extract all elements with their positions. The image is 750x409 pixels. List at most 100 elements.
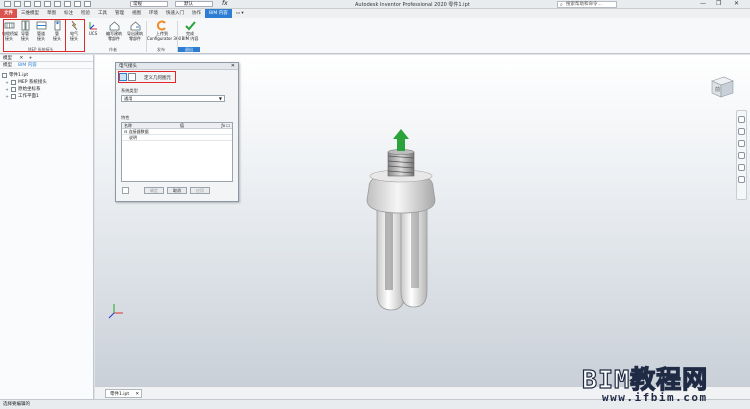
panel-author-label: 作者 — [109, 47, 117, 52]
tab-bim-content[interactable]: BIM 内容 — [205, 9, 232, 18]
tab-extra[interactable]: ▭ ▾ — [232, 9, 248, 18]
viewcube-face: 前 — [715, 86, 720, 93]
tree-label: MEP 系统接头 — [18, 80, 47, 85]
tab-file[interactable]: 文件 — [0, 9, 17, 18]
system-type-select[interactable]: 通用 ▼ — [121, 95, 225, 102]
app-menu-icon[interactable] — [4, 1, 11, 7]
browser-header: 模型 ✕ + — [0, 55, 93, 62]
model-browser: 模型 ✕ + 模型 BIM 内容 零件1.ipt + MEP 系统接头 + 原始… — [0, 55, 94, 399]
folder-icon — [11, 80, 16, 85]
viewcube-icon[interactable]: 前 — [708, 72, 736, 100]
search-icon: ⌕ — [560, 2, 563, 8]
dialog-highlight-box — [118, 71, 176, 83]
look-at-icon[interactable] — [738, 164, 745, 171]
title-bar: 常规 默认 fx Autodesk Inventor Professional … — [0, 0, 750, 9]
finish-bim-button[interactable]: 完成 BIM 内容 — [180, 20, 200, 41]
open-icon[interactable] — [24, 1, 31, 7]
status-text: 选择要编辑的 — [3, 402, 30, 407]
ucs-icon — [89, 22, 97, 30]
ucs-button[interactable]: UCS — [86, 20, 100, 37]
author-building-component-icon — [109, 21, 119, 31]
part-icon — [2, 73, 7, 78]
export-building-component-button[interactable]: 导出建筑 零部件 — [124, 20, 146, 41]
export-building-component-icon — [130, 21, 140, 31]
minimize-button[interactable]: — — [700, 0, 706, 7]
orbit-icon[interactable] — [738, 152, 745, 159]
material-select[interactable]: 默认 — [175, 1, 213, 7]
property-name: 说明 — [129, 135, 137, 140]
browser-tabs: 模型 BIM 内容 — [0, 62, 93, 69]
zoom-icon[interactable] — [738, 140, 745, 147]
dialog-close-icon[interactable]: ✕ — [231, 63, 235, 70]
configurator-360-button[interactable]: 上传到 Configurator 360 — [147, 20, 181, 41]
property-row[interactable]: 说明 — [122, 135, 232, 141]
browser-tree: 零件1.ipt + MEP 系统接头 + 原始坐标系 + 工作平面1 — [0, 69, 93, 103]
search-placeholder: 搜索帮助和命令... — [566, 2, 602, 7]
tab-manage[interactable]: 管理 — [111, 9, 128, 18]
ribbon: 电缆桥架 接头 导管 接头 管道 接头 管 接头 电气 接头 UCS 编写建筑 … — [0, 18, 750, 54]
pan-icon[interactable] — [738, 128, 745, 135]
properties-label: 特性 — [121, 115, 130, 120]
finish-bim-label: 完成 BIM 内容 — [181, 31, 199, 41]
browser-title: 模型 — [3, 56, 12, 61]
nav-settings-icon[interactable] — [738, 176, 745, 183]
tree-label: 原始坐标系 — [18, 87, 41, 92]
ok-button[interactable]: 确定 — [144, 187, 164, 194]
ucs-label: UCS — [88, 31, 98, 36]
electrical-highlight-box — [65, 19, 85, 52]
tree-root[interactable]: 零件1.ipt — [2, 72, 91, 79]
tab-get-started[interactable]: 快速入门 — [162, 9, 188, 18]
tab-annotate[interactable]: 标注 — [60, 9, 77, 18]
tab-3d-model[interactable]: 三维模型 — [17, 9, 43, 18]
checkmark-icon — [184, 21, 196, 31]
tab-collaborate[interactable]: 协作 — [188, 9, 205, 18]
expand-icon[interactable]: + — [5, 93, 9, 100]
system-type-label: 系统类型 — [121, 88, 138, 93]
export-building-component-label: 导出建筑 零部件 — [127, 31, 143, 41]
author-building-component-button[interactable]: 编写建筑 零部件 — [103, 20, 125, 41]
watermark-url: www.ifbim.com — [602, 391, 708, 404]
save-icon[interactable] — [34, 1, 41, 7]
document-tab[interactable]: 零件1.ipt ✕ — [105, 389, 143, 399]
tab-inspect[interactable]: 检验 — [77, 9, 94, 18]
panel-publish-label: 发布 — [157, 47, 165, 52]
steering-wheel-icon[interactable] — [738, 116, 745, 123]
browser-add-icon[interactable]: + — [29, 56, 33, 61]
cancel-button[interactable]: 取消 — [167, 187, 187, 194]
expand-icon[interactable]: + — [5, 86, 9, 93]
browser-tab-model[interactable]: 模型 — [3, 62, 12, 68]
tree-item-workplane[interactable]: + 工作平面1 — [2, 93, 91, 100]
author-building-component-label: 编写建筑 零部件 — [106, 31, 122, 41]
parameters-fx-button[interactable]: fx — [222, 0, 228, 7]
electrical-connector-dialog: 电气接头 ✕ 定义几何图元 系统类型 通用 ▼ 特性 名称 值 ƒx ☐ ⊟ 连… — [115, 62, 239, 202]
property-group-label: 连接器数据 — [128, 129, 149, 134]
home-icon[interactable] — [64, 1, 71, 7]
help-icon[interactable] — [122, 187, 129, 194]
tab-environments[interactable]: 环境 — [145, 9, 162, 18]
restore-button[interactable]: ❐ — [716, 0, 721, 7]
browser-close-icon[interactable]: ✕ — [19, 56, 23, 61]
browser-tab-bim[interactable]: BIM 内容 — [18, 62, 37, 68]
apply-button[interactable]: 应用 — [190, 187, 210, 194]
expand-icon[interactable]: + — [5, 79, 9, 86]
undo-icon[interactable] — [44, 1, 51, 7]
properties-grid: 名称 值 ƒx ☐ ⊟ 连接器数据 说明 — [121, 122, 233, 182]
configurator-360-label: 上传到 Configurator 360 — [147, 31, 181, 41]
tab-view[interactable]: 视图 — [128, 9, 145, 18]
watermark-logo: BIM教程网 www.ifbim.com — [581, 360, 750, 409]
tab-sketch[interactable]: 草图 — [43, 9, 60, 18]
search-input[interactable]: ⌕ 搜索帮助和命令... — [557, 1, 617, 8]
new-icon[interactable] — [14, 1, 21, 7]
document-close-icon[interactable]: ✕ — [135, 390, 139, 399]
dialog-buttons: 确定 取消 应用 — [144, 187, 210, 194]
tree-item-origin[interactable]: + 原始坐标系 — [2, 86, 91, 93]
select-icon[interactable] — [84, 1, 91, 7]
update-icon[interactable] — [74, 1, 81, 7]
close-button[interactable]: ✕ — [734, 0, 739, 7]
style-select[interactable]: 常规 — [130, 1, 168, 7]
tree-item-mep[interactable]: + MEP 系统接头 — [2, 79, 91, 86]
tab-tools[interactable]: 工具 — [94, 9, 111, 18]
system-type-value: 通用 — [124, 96, 133, 101]
redo-icon[interactable] — [54, 1, 61, 7]
dialog-titlebar: 电气接头 ✕ — [116, 63, 238, 70]
